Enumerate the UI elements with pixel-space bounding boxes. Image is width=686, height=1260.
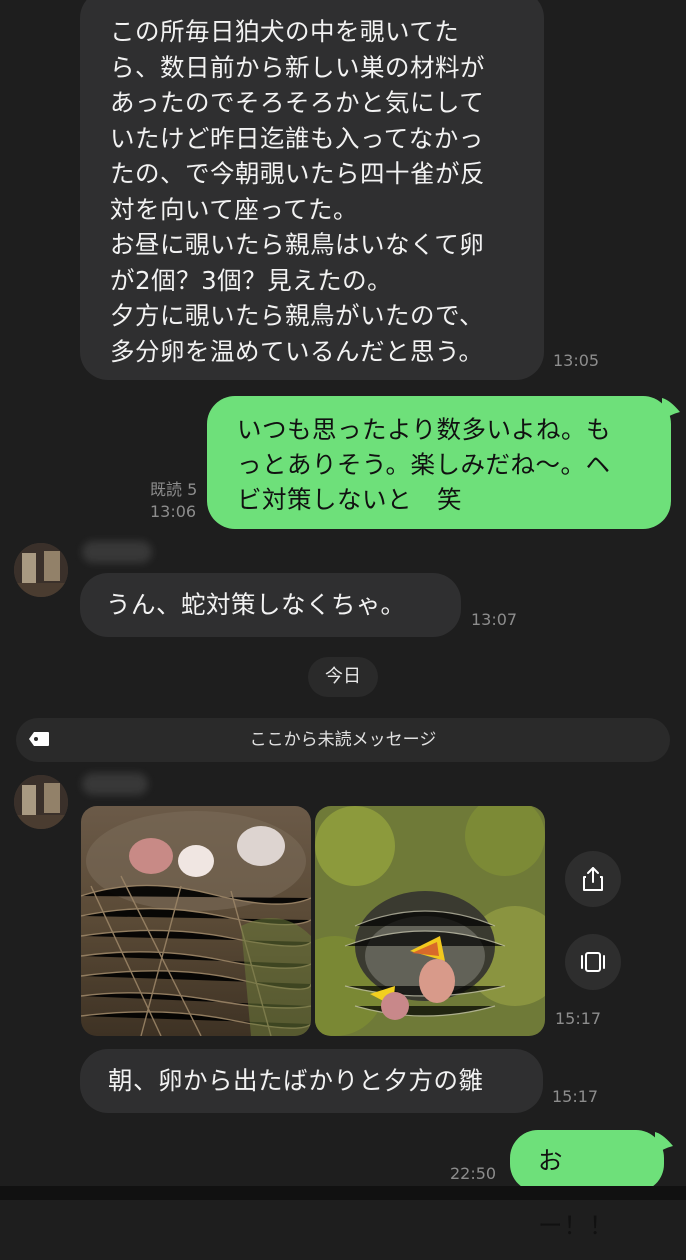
message-timestamp: 13:05 [553, 351, 600, 370]
gallery-button[interactable] [565, 934, 621, 990]
share-button[interactable] [565, 851, 621, 907]
share-icon [583, 867, 603, 891]
incoming-message-bubble[interactable]: この所毎日狛犬の中を覗いてた ら、数日前から新しい巣の材料が あったのでそろそろ… [80, 0, 544, 380]
message-timestamp: 15:17 [555, 1009, 602, 1028]
sender-name-blurred [82, 541, 152, 563]
tag-icon [29, 732, 49, 746]
incoming-message-bubble[interactable]: 朝、卵から出たばかりと夕方の雛 [80, 1049, 543, 1113]
message-text: 朝、卵から出たばかりと夕方の雛 [108, 1066, 484, 1095]
outgoing-message-bubble[interactable]: おー！！ [510, 1130, 664, 1240]
gallery-icon [581, 952, 605, 972]
message-timestamp: 22:50 [450, 1164, 497, 1183]
unread-separator-label: ここから未読メッセージ [249, 730, 437, 750]
outgoing-bubble-tail [655, 1132, 673, 1154]
message-text: この所毎日狛犬の中を覗いてた ら、数日前から新しい巣の材料が あったのでそろそろ… [110, 17, 485, 366]
outgoing-message-bubble[interactable]: いつも思ったより数多いよね。も っとありそう。楽しみだね〜。ヘ ビ対策しないと … [207, 396, 671, 529]
message-timestamp: 13:06 [150, 502, 197, 521]
sender-avatar[interactable] [14, 775, 68, 829]
photo-nest-with-eggs[interactable] [81, 806, 311, 1036]
photo-nest-with-chicks[interactable] [315, 806, 545, 1036]
message-text: うん、蛇対策しなくちゃ。 [106, 590, 406, 619]
bottom-edge [0, 1186, 686, 1200]
sender-avatar[interactable] [14, 543, 68, 597]
unread-messages-separator: ここから未読メッセージ [16, 718, 670, 762]
read-receipt: 既読 5 [150, 480, 198, 499]
outgoing-bubble-tail [662, 398, 680, 420]
message-timestamp: 15:17 [552, 1087, 599, 1106]
message-timestamp: 13:07 [471, 610, 518, 629]
sender-name-blurred [82, 773, 148, 795]
incoming-message-bubble[interactable]: うん、蛇対策しなくちゃ。 [80, 573, 461, 637]
message-text: いつも思ったより数多いよね。も っとありそう。楽しみだね〜。ヘ ビ対策しないと … [237, 415, 612, 514]
date-separator: 今日 [308, 657, 378, 697]
